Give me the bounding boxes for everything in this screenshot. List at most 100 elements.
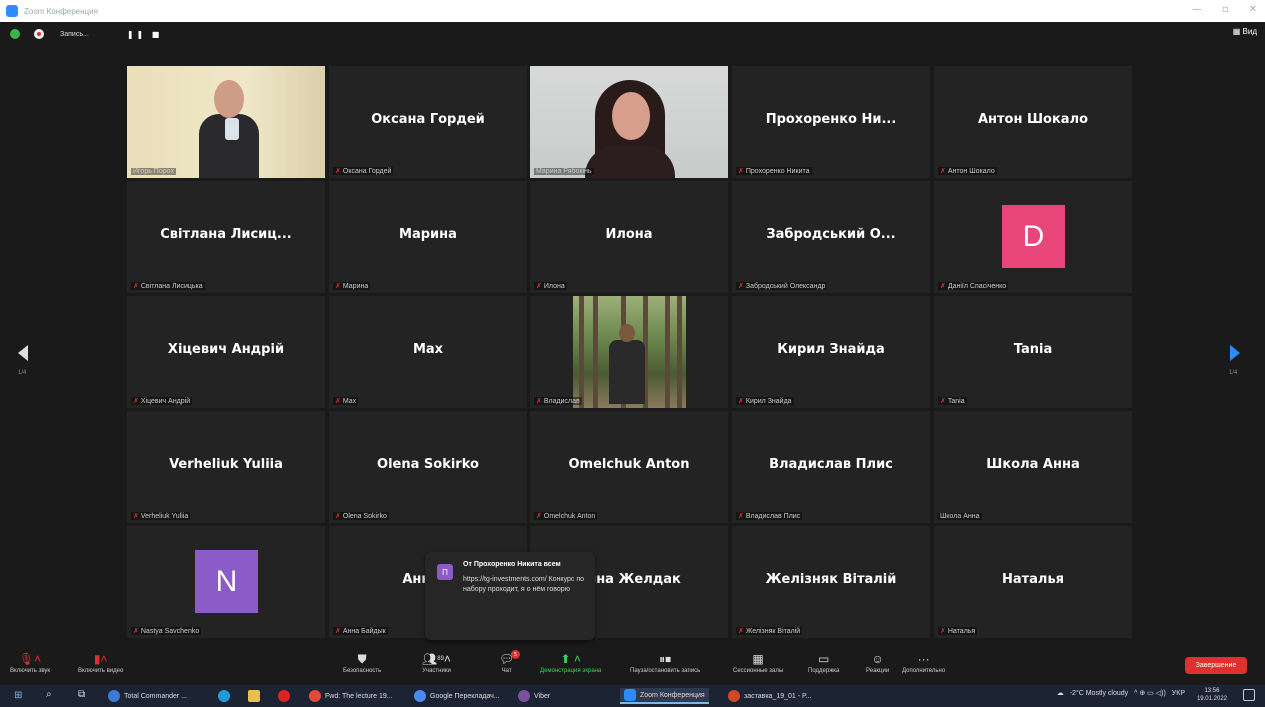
participant-label-text: Владислав Плис [745, 512, 801, 520]
reactions-button[interactable]: ☺ Реакции [866, 650, 889, 674]
participants-label: Участники [422, 668, 451, 674]
participant-tile[interactable]: Verheliuk Yuliia ✗ Verheliuk Yuliia [127, 411, 325, 523]
view-button[interactable]: ▦ Вид [1233, 27, 1257, 36]
participant-name-label: ✗ Кирил Знайда [736, 397, 794, 405]
taskbar-item-edge[interactable] [214, 688, 234, 704]
participant-label-text: Прохоренко Никита [745, 167, 810, 175]
pause-record-label: Пауза/остановить запись [630, 668, 701, 674]
participant-label-text: Nastya Savchenko [140, 627, 200, 635]
mic-muted-icon: ✗ [133, 283, 139, 290]
minimize-icon[interactable]: — [1192, 4, 1202, 15]
taskbar-item-opera[interactable] [274, 688, 294, 704]
system-tray: ☁ -2°C Mostly cloudy ^ ⊕ ▭ ◁)) УКР [1057, 689, 1185, 698]
weather-text[interactable]: -2°C Mostly cloudy [1070, 690, 1128, 697]
participant-tile[interactable]: Max ✗ Max [329, 296, 527, 408]
participants-button[interactable]: 👥︎ 89 ˄ Участники [422, 650, 451, 674]
taskbar-item-google-translate[interactable]: Google Перекладач... [410, 688, 504, 704]
clock-date: 19.01.2022 [1196, 696, 1227, 702]
clock[interactable]: 13:56 19.01.2022 [1197, 687, 1227, 703]
participant-tile[interactable]: Марина ✗ Марина [329, 181, 527, 293]
language-indicator[interactable]: УКР [1172, 690, 1185, 697]
participant-display-name: Наталья [1001, 572, 1065, 587]
participant-tile[interactable]: Школа Анна Школа Анна [934, 411, 1132, 523]
encryption-shield-icon[interactable] [10, 29, 20, 39]
windows-start-icon[interactable]: ⊞ [14, 690, 22, 701]
participant-tile[interactable]: Наталья ✗ Наталья [934, 526, 1132, 638]
support-button[interactable]: ▭ Поддержка [808, 650, 839, 674]
taskbar-item-viber[interactable]: Viber [514, 688, 554, 704]
participant-display-name: Школа Анна [986, 457, 1080, 472]
taskbar-label: заставка_19_01 - P... [744, 692, 812, 700]
participant-tile[interactable]: Omelchuk Anton ✗ Omelchuk Anton [530, 411, 728, 523]
participant-display-name: Tania [1013, 342, 1053, 357]
participant-label-text: Verheliuk Yuliia [140, 512, 189, 520]
close-icon[interactable]: ✕ [1249, 4, 1257, 15]
participant-tile[interactable]: Olena Sokirko ✗ Olena Sokirko [329, 411, 527, 523]
participant-name-label: ✗ Забродський Олександр [736, 282, 828, 290]
more-button[interactable]: ··· Дополнительно [902, 650, 945, 674]
participant-display-name: Забродський О... [766, 227, 896, 242]
zoom-icon [624, 689, 636, 701]
tray-icons[interactable]: ^ ⊕ ▭ ◁)) [1134, 689, 1166, 697]
end-meeting-button[interactable]: Завершение [1185, 657, 1247, 674]
participant-name-label: ✗ Verheliuk Yuliia [131, 512, 191, 520]
participant-tile[interactable]: Игорь Порох [127, 66, 325, 178]
participant-tile[interactable]: Илона ✗ Илона [530, 181, 728, 293]
support-label: Поддержка [808, 668, 840, 674]
chat-notification-popup[interactable]: П От Прохоренко Никита всем https://tg-i… [425, 552, 595, 640]
taskbar-item-zoom[interactable]: Zoom Конференция [620, 688, 709, 704]
powerpoint-icon [728, 690, 740, 702]
recording-controls[interactable]: ❚❚ ■ [127, 30, 163, 39]
participant-name-label: ✗ Илона [534, 282, 567, 290]
participant-tile[interactable]: Кирил Знайда ✗ Кирил Знайда [732, 296, 930, 408]
security-button[interactable]: ⛊ Безопасность [343, 650, 381, 675]
mic-muted-icon: ✗ [335, 513, 341, 520]
search-icon[interactable]: ⌕ [46, 689, 52, 700]
participant-display-name: Илона [605, 227, 653, 242]
taskbar-item-email[interactable]: Fwd: The lecture 19... [305, 688, 397, 704]
participant-tile[interactable]: D ✗ Даніїл Спасіченко [934, 181, 1132, 293]
chat-message: https://tg-investments.com/ Конкурс по н… [463, 576, 585, 593]
pause-record-button[interactable]: ⏸⏹ Пауза/остановить запись [630, 650, 701, 675]
task-view-icon[interactable]: ⧉ [78, 689, 85, 700]
participant-tile[interactable]: Марина Рябокінь [530, 66, 728, 178]
breakout-rooms-button[interactable]: ▦ Сессионные залы [733, 650, 783, 674]
start-video-button[interactable]: ▮˄ Включить видео [78, 650, 123, 674]
participant-tile[interactable]: Оксана Гордей ✗ Оксана Гордей [329, 66, 527, 178]
participant-tile[interactable]: Хіцевич Андрій ✗ Хіцевич Андрій [127, 296, 325, 408]
next-page-arrow-icon[interactable] [1230, 345, 1240, 361]
participant-name-label: ✗ Антон Шокало [938, 167, 997, 175]
mic-muted-icon: ✗ [940, 398, 946, 405]
prev-page-arrow-icon[interactable] [18, 345, 28, 361]
participant-tile[interactable]: Владислав Плис ✗ Владислав Плис [732, 411, 930, 523]
participant-display-name: Omelchuk Anton [568, 457, 690, 472]
meeting-toolbar: 🎙︎˄ Включить звук ▮˄ Включить видео ⛊ Безоп… [0, 648, 1265, 684]
taskbar-item-explorer[interactable] [244, 688, 264, 704]
participant-tile[interactable]: N ✗ Nastya Savchenko [127, 526, 325, 638]
participant-display-name: Оксана Гордей [371, 112, 485, 127]
mic-muted-icon: ✗ [335, 628, 341, 635]
taskbar-item-total-commander[interactable]: Total Commander ... [104, 688, 191, 704]
participant-name-label: ✗ Наталья [938, 627, 978, 635]
participant-tile[interactable]: ✗ Владислав [530, 296, 728, 408]
participant-name-label: Игорь Порох [131, 168, 176, 175]
grid-view-icon: ▦ [1232, 27, 1243, 36]
recording-label: Запись... [60, 30, 89, 38]
participant-video [573, 296, 686, 408]
participant-tile[interactable]: Антон Шокало ✗ Антон Шокало [934, 66, 1132, 178]
mic-muted-icon: ✗ [133, 513, 139, 520]
share-screen-button[interactable]: ⬆ ˄ Демонстрация экрана [540, 650, 601, 674]
participant-tile[interactable]: Світлана Лисиц... ✗ Світлана Лисицька [127, 181, 325, 293]
participant-tile[interactable]: Tania ✗ Tania [934, 296, 1132, 408]
unmute-button[interactable]: 🎙︎˄ Включить звук [10, 650, 50, 674]
participant-name-label: ✗ Владислав Плис [736, 512, 803, 520]
participant-tile[interactable]: Прохоренко Ни... ✗ Прохоренко Никита [732, 66, 930, 178]
maximize-icon[interactable]: ▫ [1222, 4, 1229, 15]
mic-muted-icon: ✗ [536, 398, 542, 405]
participant-tile[interactable]: Желізняк Віталій ✗ Желізняк Віталій [732, 526, 930, 638]
notifications-icon[interactable] [1243, 689, 1255, 701]
participant-display-name: Кирил Знайда [777, 342, 885, 357]
taskbar-item-powerpoint[interactable]: заставка_19_01 - P... [724, 688, 816, 704]
title-bar: Zoom Конференция — ▫ ✕ [0, 0, 1265, 22]
participant-tile[interactable]: Забродський О... ✗ Забродський Олександр [732, 181, 930, 293]
